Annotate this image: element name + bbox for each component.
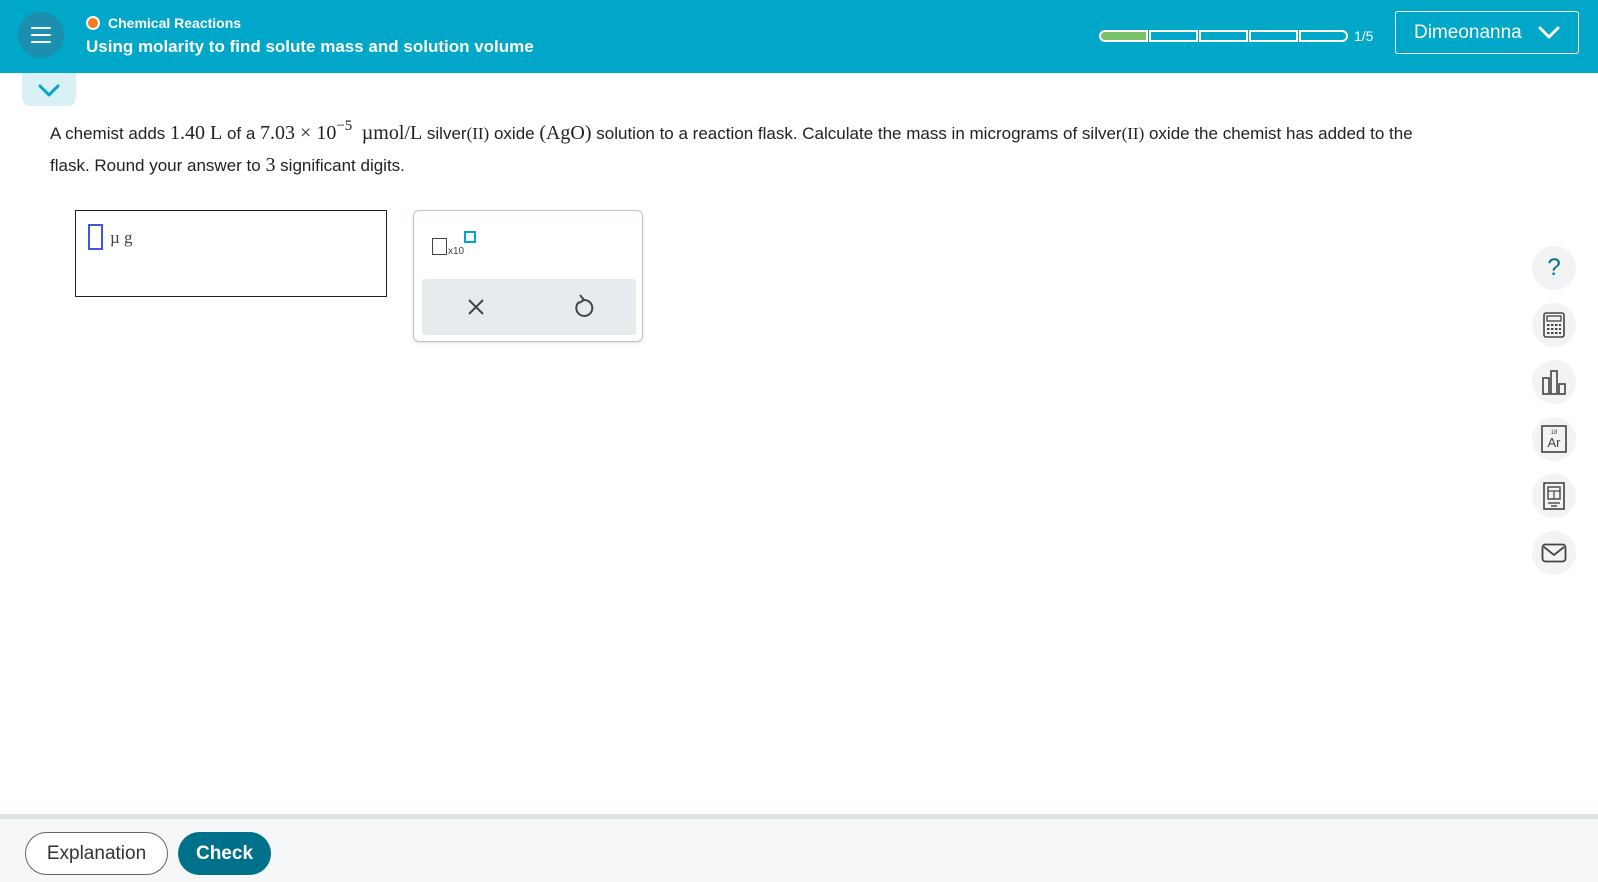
answer-cursor-box[interactable] — [88, 224, 103, 250]
topic-label: Chemical Reactions — [108, 15, 242, 31]
help-button[interactable]: ? — [1532, 246, 1576, 290]
oxidation-state: (II) — [466, 124, 490, 143]
periodic-symbol: Ar — [1548, 435, 1562, 450]
topic-status-icon — [86, 16, 100, 30]
undo-button[interactable] — [572, 293, 596, 319]
question-segment: solution to a reaction flask. Calculate … — [591, 124, 1122, 143]
message-button[interactable] — [1532, 531, 1576, 575]
concentration-unit: µmol/L — [361, 122, 423, 144]
volume-value: 1.40 L — [170, 122, 223, 144]
question-segment: A chemist adds — [50, 124, 171, 143]
periodic-table-button[interactable]: 18 Ar — [1532, 417, 1576, 461]
progress-segment — [1149, 30, 1198, 42]
menu-icon-line — [31, 34, 51, 36]
menu-icon-line — [31, 27, 51, 29]
reference-button[interactable] — [1532, 474, 1576, 518]
oxidation-state: (II) — [1121, 124, 1145, 143]
user-name: Dimeonanna — [1414, 21, 1522, 43]
question-segment: significant digits. — [275, 156, 405, 175]
lesson-title: Using molarity to find solute mass and s… — [86, 37, 534, 56]
significant-digits: 3 — [265, 154, 276, 176]
scientific-notation-button[interactable]: x10 — [432, 231, 482, 261]
chevron-down-icon — [1538, 26, 1560, 39]
progress-segment — [1199, 30, 1248, 42]
progress-bar: 1/5 — [1099, 28, 1373, 44]
answer-input[interactable]: µ g — [75, 210, 387, 297]
close-icon — [468, 299, 484, 315]
clear-button[interactable] — [464, 295, 488, 319]
concentration-value: 7.03 × 10 — [260, 122, 337, 144]
collapse-toggle[interactable] — [22, 73, 76, 106]
progress-segment-complete — [1099, 30, 1148, 42]
math-keypad: x10 — [413, 210, 643, 342]
chart-icon — [1542, 370, 1566, 395]
menu-icon-line — [31, 41, 51, 43]
x10-exponent-box — [464, 231, 476, 243]
x10-base-box — [432, 238, 447, 255]
keypad-action-bar — [422, 279, 636, 335]
chevron-down-icon — [38, 84, 60, 97]
concentration-exponent: −5 — [336, 118, 353, 134]
topic-row: Chemical Reactions — [86, 15, 241, 31]
question-text: A chemist adds 1.40 L of a 7.03 × 10−5 µ… — [50, 118, 1450, 181]
explanation-button[interactable]: Explanation — [25, 832, 168, 875]
calculator-icon — [1543, 312, 1565, 338]
progress-count: 1/5 — [1354, 28, 1374, 44]
help-icon: ? — [1547, 254, 1561, 281]
undo-icon — [575, 294, 594, 317]
menu-button[interactable] — [18, 12, 64, 58]
answer-unit: µ g — [110, 228, 133, 247]
progress-segment — [1299, 30, 1348, 42]
question-segment: of a — [222, 124, 261, 143]
reference-icon — [1543, 482, 1565, 510]
question-segment: silver — [422, 124, 467, 143]
periodic-table-icon: 18 Ar — [1541, 425, 1567, 453]
data-chart-button[interactable] — [1532, 360, 1576, 404]
question-segment: oxide — [489, 124, 540, 143]
user-menu-button[interactable]: Dimeonanna — [1395, 11, 1579, 54]
mail-icon — [1541, 543, 1567, 563]
top-bar: Chemical Reactions Using molarity to fin… — [0, 0, 1598, 73]
check-button[interactable]: Check — [178, 832, 271, 875]
progress-segment — [1249, 30, 1298, 42]
x10-label: x10 — [448, 246, 465, 257]
chemical-formula: (AgO) — [539, 122, 592, 144]
calculator-button[interactable] — [1532, 303, 1576, 347]
